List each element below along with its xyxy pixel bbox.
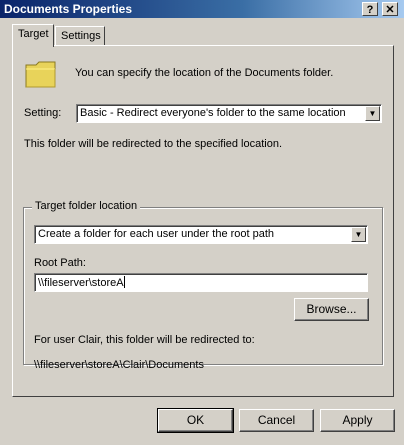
- intro-text: You can specify the location of the Docu…: [75, 67, 334, 79]
- tab-target-label: Target: [18, 28, 49, 40]
- browse-button[interactable]: Browse...: [294, 298, 369, 321]
- window-title: Documents Properties: [4, 2, 133, 16]
- example-text: For user Clair, this folder will be redi…: [34, 334, 255, 346]
- apply-button[interactable]: Apply: [320, 409, 395, 432]
- chevron-down-icon[interactable]: ▼: [365, 106, 380, 121]
- location-dropdown[interactable]: Create a folder for each user under the …: [34, 225, 368, 244]
- setting-dropdown[interactable]: Basic - Redirect everyone's folder to th…: [76, 104, 382, 123]
- text-caret: [123, 276, 125, 288]
- group-title: Target folder location: [32, 200, 141, 212]
- root-path-input[interactable]: \\fileserver\storeA: [34, 273, 368, 292]
- redirect-note: This folder will be redirected to the sp…: [24, 138, 283, 150]
- chevron-down-icon[interactable]: ▼: [351, 227, 366, 242]
- cancel-button[interactable]: Cancel: [239, 409, 314, 432]
- tab-settings[interactable]: Settings: [55, 26, 105, 46]
- ok-button[interactable]: OK: [157, 408, 234, 433]
- help-button[interactable]: ?: [362, 2, 378, 16]
- example-path: \\fileserver\storeA\Clair\Documents: [34, 359, 204, 371]
- setting-label: Setting:: [24, 107, 62, 119]
- root-path-value: \\fileserver\storeA: [38, 277, 124, 289]
- tab-target[interactable]: Target: [12, 24, 54, 47]
- close-button[interactable]: ✕: [382, 2, 398, 16]
- folder-icon: [25, 61, 56, 88]
- location-value: Create a folder for each user under the …: [38, 228, 275, 240]
- root-path-label: Root Path:: [34, 257, 86, 269]
- target-tab-panel: You can specify the location of the Docu…: [12, 45, 394, 397]
- setting-value: Basic - Redirect everyone's folder to th…: [80, 107, 346, 119]
- tab-settings-label: Settings: [61, 30, 101, 42]
- title-bar: Documents Properties ? ✕: [0, 0, 404, 18]
